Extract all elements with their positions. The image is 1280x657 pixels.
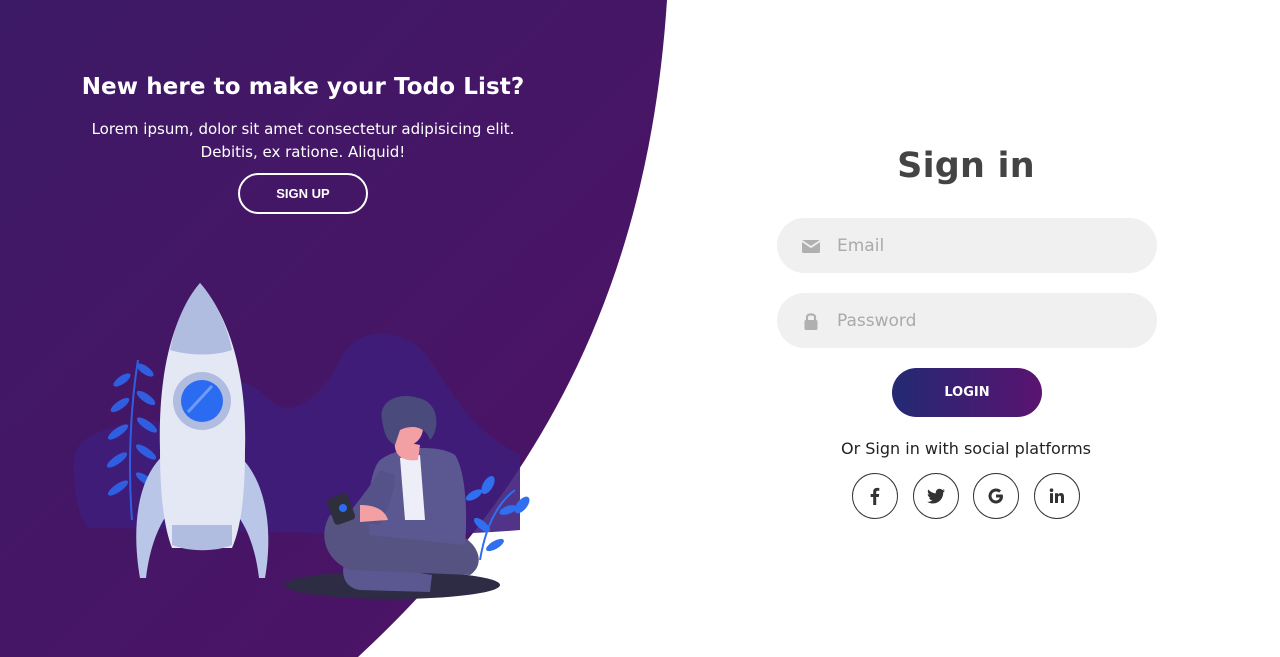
left-panel-text: Lorem ipsum, dolor sit amet consectetur … [70, 118, 536, 164]
sign-up-button[interactable]: SIGN UP [238, 173, 368, 214]
email-field[interactable] [777, 218, 1157, 273]
envelope-icon [801, 240, 821, 253]
twitter-button[interactable] [913, 473, 959, 519]
linkedin-icon [1049, 488, 1064, 503]
facebook-button[interactable] [852, 473, 898, 519]
password-input[interactable] [837, 293, 1137, 348]
login-button[interactable]: LOGIN [892, 368, 1042, 417]
google-button[interactable] [973, 473, 1019, 519]
linkedin-button[interactable] [1034, 473, 1080, 519]
left-panel-title: New here to make your Todo List? [81, 74, 525, 100]
social-buttons [852, 473, 1082, 521]
password-field[interactable] [777, 293, 1157, 348]
lock-icon [804, 313, 818, 330]
email-input[interactable] [837, 218, 1137, 273]
social-text: Or Sign in with social platforms [841, 439, 1091, 458]
google-icon [988, 488, 1003, 504]
sign-in-title: Sign in [897, 146, 1035, 186]
facebook-icon [870, 487, 880, 505]
twitter-icon [927, 488, 945, 504]
left-panel-text-line1: Lorem ipsum, dolor sit amet consectetur … [91, 120, 515, 138]
left-panel-text-line2: Debitis, ex ratione. Aliquid! [200, 143, 406, 161]
